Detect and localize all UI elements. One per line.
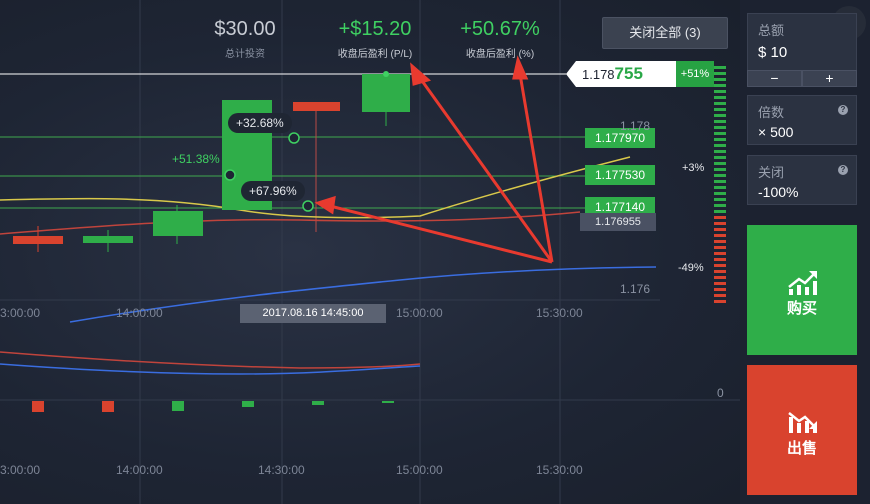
- histogram-bar: [172, 401, 184, 411]
- y-axis-label-top: 1.178: [620, 119, 651, 133]
- sell-label: 出售: [786, 440, 817, 457]
- candle: [153, 211, 203, 236]
- histogram-bar: [312, 401, 324, 405]
- histogram-bar: [32, 401, 44, 412]
- level-tag-grey: 1.176955: [580, 213, 656, 231]
- multiplier-value[interactable]: × 500: [758, 124, 793, 140]
- buy-button[interactable]: 购买: [747, 225, 857, 355]
- time-label: 15:00:00: [396, 306, 443, 320]
- indicator-red-line: [0, 351, 421, 369]
- right-plus-pct: +3%: [682, 162, 705, 174]
- time-label: 15:30:00: [536, 306, 583, 320]
- multiplier-panel[interactable]: 倍数 ? × 500: [747, 95, 857, 145]
- crosshair-date: 2017.08.16 14:45:00: [240, 304, 386, 323]
- trade-marker: [383, 71, 389, 77]
- time-label: 15:00:00: [396, 463, 443, 477]
- pct-label: 收盘后盈利 (%): [465, 49, 535, 60]
- amount-title: 总额: [758, 23, 785, 38]
- trade-marker: [224, 169, 236, 181]
- level-tag[interactable]: 1.177530: [585, 165, 655, 185]
- amount-plus-button[interactable]: +: [802, 70, 857, 87]
- current-price-pct: +51%: [676, 61, 714, 87]
- candle: [293, 102, 340, 111]
- pl-value: +$15.20: [338, 18, 412, 40]
- indicator-zero-label: 0: [717, 386, 724, 400]
- buy-label: 购买: [786, 300, 817, 317]
- histogram-bar: [242, 401, 254, 407]
- current-price-prefix: 1.178: [582, 67, 615, 82]
- time-label: 15:30:00: [536, 463, 583, 477]
- amount-value[interactable]: $ 10: [758, 44, 787, 61]
- total-investment-value: $30.00: [214, 18, 276, 40]
- depth-meter: [714, 66, 726, 303]
- multiplier-title: 倍数: [758, 105, 785, 120]
- sell-button[interactable]: 出售: [747, 365, 857, 495]
- auto-close-value[interactable]: -100%: [758, 184, 798, 200]
- current-price-tag: 1.178755 +51%: [566, 61, 714, 87]
- pct-value: +50.67%: [460, 18, 540, 40]
- right-minus-pct: -49%: [678, 262, 704, 274]
- time-label: 14:00:00: [116, 306, 163, 320]
- trade-marker: [302, 200, 314, 212]
- histogram-bar: [102, 401, 114, 412]
- time-label: 14:00:00: [116, 463, 163, 477]
- y-axis-label-bottom: 1.176: [620, 282, 651, 296]
- current-price: 1.178755: [576, 61, 676, 87]
- current-price-big: 755: [614, 64, 643, 83]
- trade-marker: [288, 132, 300, 144]
- auto-close-title: 关闭: [758, 165, 785, 180]
- time-label: 14:30:00: [258, 463, 305, 477]
- auto-close-panel[interactable]: 关闭 ? -100%: [747, 155, 857, 205]
- amount-stepper[interactable]: − +: [747, 70, 857, 87]
- pl-stat: +$15.20 收盘后盈利 (P/L): [320, 18, 430, 60]
- profit-bubble[interactable]: +32.68%: [228, 113, 292, 133]
- profit-side-label: +51.38%: [172, 152, 220, 166]
- candle: [362, 74, 410, 112]
- help-icon[interactable]: ?: [838, 105, 848, 115]
- histogram-bar: [382, 401, 394, 403]
- close-all-button[interactable]: 关闭全部 (3): [602, 17, 728, 49]
- profit-bubble[interactable]: +67.96%: [241, 181, 305, 201]
- amount-minus-button[interactable]: −: [747, 70, 802, 87]
- amount-panel[interactable]: 总额 $ 10: [747, 13, 857, 71]
- time-label: 3:00:00: [0, 463, 41, 477]
- time-label: 3:00:00: [0, 306, 41, 320]
- pl-label: 收盘后盈利 (P/L): [337, 49, 413, 60]
- annotation-arrows: [314, 55, 554, 264]
- total-investment-label: 总计投资: [225, 49, 265, 60]
- price-tag-arrow: [566, 61, 576, 87]
- total-investment: $30.00 总计投资: [205, 18, 285, 60]
- pct-stat: +50.67% 收盘后盈利 (%): [450, 18, 550, 60]
- trading-chart[interactable]: $30.00 总计投资 +$15.20 收盘后盈利 (P/L) +50.67% …: [0, 0, 740, 504]
- help-icon[interactable]: ?: [838, 165, 848, 175]
